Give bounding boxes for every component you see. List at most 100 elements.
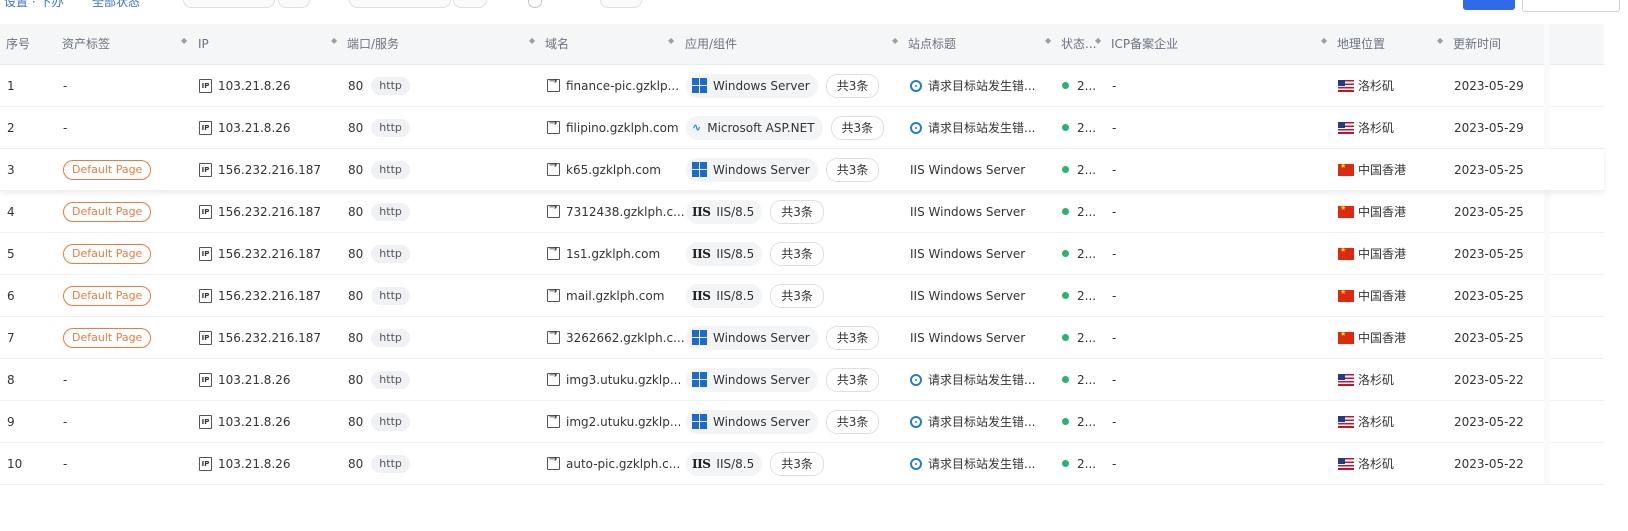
domain-text[interactable]: finance-pic.gzklp...: [566, 79, 679, 93]
ip-text[interactable]: 156.232.216.187: [218, 289, 321, 303]
sort-icon[interactable]: ◆: [1045, 37, 1051, 45]
domain-cell[interactable]: 7312438.gzklph.c...: [547, 191, 685, 232]
domain-text[interactable]: img2.utuku.gzklp...: [566, 415, 681, 429]
external-link-icon[interactable]: [547, 244, 560, 260]
ip-text[interactable]: 156.232.216.187: [218, 163, 321, 177]
external-link-icon[interactable]: [547, 76, 560, 92]
app-pill[interactable]: Windows Server: [686, 325, 818, 350]
external-link-icon[interactable]: [547, 286, 560, 302]
app-pill[interactable]: IIS IIS/8.5: [686, 283, 763, 308]
external-link-icon[interactable]: [547, 412, 560, 428]
domain-cell[interactable]: img3.utuku.gzklp...: [547, 359, 681, 400]
domain-cell[interactable]: auto-pic.gzklph.c...: [547, 443, 680, 484]
domain-text[interactable]: k65.gzklph.com: [566, 163, 661, 177]
domain-cell[interactable]: k65.gzklph.com: [547, 149, 661, 190]
ip-cell[interactable]: IP 156.232.216.187: [199, 233, 321, 274]
ip-text[interactable]: 103.21.8.26: [218, 373, 291, 387]
table-row[interactable]: 7 Default Page IP 156.232.216.187 80 htt…: [0, 317, 1604, 359]
search-button[interactable]: [1463, 0, 1515, 10]
more-apps-button[interactable]: 共3条: [825, 73, 880, 98]
domain-cell[interactable]: filipino.gzklph.com: [547, 107, 679, 148]
more-apps-button[interactable]: 共3条: [825, 325, 880, 350]
ip-text[interactable]: 103.21.8.26: [218, 79, 291, 93]
app-pill[interactable]: Windows Server: [686, 367, 818, 392]
ip-text[interactable]: 103.21.8.26: [218, 121, 291, 135]
table-row[interactable]: 8 - IP 103.21.8.26 80 http img3.utuku.gz…: [0, 359, 1604, 401]
more-apps-button[interactable]: 共3条: [825, 157, 880, 182]
filter-select-5[interactable]: [600, 0, 642, 8]
ip-cell[interactable]: IP 103.21.8.26: [199, 107, 291, 148]
ip-cell[interactable]: IP 103.21.8.26: [199, 359, 291, 400]
external-link-icon[interactable]: [547, 202, 560, 218]
more-apps-button[interactable]: 共3条: [770, 199, 824, 224]
ip-cell[interactable]: IP 156.232.216.187: [199, 191, 321, 232]
ip-text[interactable]: 156.232.216.187: [218, 247, 321, 261]
app-pill[interactable]: IIS IIS/8.5: [686, 241, 763, 266]
sort-icon[interactable]: ◆: [668, 37, 674, 45]
app-pill[interactable]: ∿ Microsoft ASP.NET: [686, 115, 823, 140]
domain-text[interactable]: img3.utuku.gzklp...: [566, 373, 681, 387]
ip-text[interactable]: 156.232.216.187: [218, 205, 321, 219]
domain-cell[interactable]: 1s1.gzklph.com: [547, 233, 660, 274]
app-pill[interactable]: Windows Server: [686, 157, 818, 182]
ip-text[interactable]: 156.232.216.187: [218, 331, 321, 345]
domain-text[interactable]: 1s1.gzklph.com: [566, 247, 660, 261]
sort-icon[interactable]: ◆: [1437, 37, 1443, 45]
domain-text[interactable]: mail.gzklph.com: [566, 289, 664, 303]
filter-select-2[interactable]: [278, 0, 310, 8]
domain-text[interactable]: auto-pic.gzklph.c...: [566, 457, 680, 471]
filter-link-2[interactable]: 全部状态: [92, 0, 140, 10]
ip-cell[interactable]: IP 103.21.8.26: [199, 401, 291, 442]
table-row[interactable]: 5 Default Page IP 156.232.216.187 80 htt…: [0, 233, 1604, 275]
app-pill[interactable]: Windows Server: [686, 73, 818, 98]
external-link-icon[interactable]: [547, 328, 560, 344]
domain-cell[interactable]: 3262662.gzklph.c...: [547, 317, 685, 358]
ip-cell[interactable]: IP 103.21.8.26: [199, 443, 291, 484]
table-row[interactable]: 3 Default Page IP 156.232.216.187 80 htt…: [0, 149, 1604, 191]
more-apps-button[interactable]: 共3条: [770, 451, 824, 476]
filter-link-1[interactable]: 设置 · 下办: [4, 0, 63, 10]
ip-cell[interactable]: IP 156.232.216.187: [199, 317, 321, 358]
ip-cell[interactable]: IP 156.232.216.187: [199, 149, 321, 190]
ip-text[interactable]: 103.21.8.26: [218, 415, 291, 429]
domain-cell[interactable]: finance-pic.gzklp...: [547, 65, 679, 106]
filter-radio[interactable]: [528, 0, 542, 8]
domain-cell[interactable]: img2.utuku.gzklp...: [547, 401, 681, 442]
domain-text[interactable]: filipino.gzklph.com: [566, 121, 679, 135]
external-link-icon[interactable]: [547, 160, 560, 176]
external-link-icon[interactable]: [547, 118, 560, 134]
table-row[interactable]: 1 - IP 103.21.8.26 80 http finance-pic.g…: [0, 65, 1604, 107]
ip-cell[interactable]: IP 156.232.216.187: [199, 275, 321, 316]
table-row[interactable]: 6 Default Page IP 156.232.216.187 80 htt…: [0, 275, 1604, 317]
sort-icon[interactable]: ◆: [529, 37, 535, 45]
domain-cell[interactable]: mail.gzklph.com: [547, 275, 664, 316]
table-row[interactable]: 9 - IP 103.21.8.26 80 http img2.utuku.gz…: [0, 401, 1604, 443]
filter-select-1[interactable]: [183, 0, 275, 8]
table-row[interactable]: 4 Default Page IP 156.232.216.187 80 htt…: [0, 191, 1604, 233]
filter-select-3[interactable]: [349, 0, 451, 8]
app-pill[interactable]: IIS IIS/8.5: [686, 199, 763, 224]
table-row[interactable]: 2 - IP 103.21.8.26 80 http filipino.gzkl…: [0, 107, 1604, 149]
more-apps-button[interactable]: 共3条: [825, 409, 880, 434]
app-pill[interactable]: Windows Server: [686, 409, 818, 434]
domain-text[interactable]: 3262662.gzklph.c...: [566, 331, 685, 345]
external-link-icon[interactable]: [547, 454, 560, 470]
more-apps-button[interactable]: 共3条: [830, 115, 885, 140]
export-button[interactable]: [1522, 0, 1620, 12]
app-pill[interactable]: IIS IIS/8.5: [686, 451, 763, 476]
external-link-icon[interactable]: [547, 370, 560, 386]
more-apps-button[interactable]: 共3条: [770, 283, 824, 308]
sort-icon[interactable]: ◆: [892, 37, 898, 45]
filter-select-4[interactable]: [453, 0, 487, 8]
ip-cell[interactable]: IP 103.21.8.26: [199, 65, 291, 106]
more-apps-button[interactable]: 共3条: [825, 367, 880, 392]
domain-text[interactable]: 7312438.gzklph.c...: [566, 205, 685, 219]
table-row[interactable]: 10 - IP 103.21.8.26 80 http auto-pic.gzk…: [0, 443, 1604, 485]
ip-text[interactable]: 103.21.8.26: [218, 457, 291, 471]
vertical-scrollbar[interactable]: [1544, 24, 1550, 484]
sort-icon[interactable]: ◆: [1095, 37, 1101, 45]
sort-icon[interactable]: ◆: [181, 37, 187, 45]
sort-icon[interactable]: ◆: [1321, 37, 1327, 45]
sort-icon[interactable]: ◆: [331, 37, 337, 45]
more-apps-button[interactable]: 共3条: [770, 241, 824, 266]
